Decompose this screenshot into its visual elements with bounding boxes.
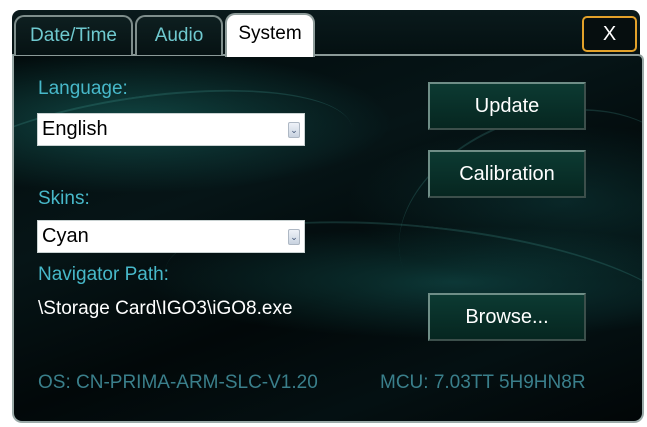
update-button[interactable]: Update: [428, 82, 586, 130]
browse-button[interactable]: Browse...: [428, 293, 586, 341]
language-select[interactable]: English ⌄: [37, 113, 305, 146]
skins-value: Cyan: [42, 225, 89, 247]
skins-label: Skins:: [38, 188, 90, 209]
mcu-version: MCU: 7.03TT 5H9HN8R: [380, 372, 586, 393]
language-value: English: [42, 118, 108, 140]
close-button[interactable]: X: [582, 16, 637, 52]
chevron-down-icon[interactable]: ⌄: [288, 229, 300, 245]
navigator-path-value: \Storage Card\IGO3\iGO8.exe: [38, 298, 293, 319]
tab-audio[interactable]: Audio: [135, 15, 223, 55]
settings-window: Date/Time Audio System X Language: Engli…: [0, 0, 647, 427]
tab-system[interactable]: System: [225, 13, 315, 57]
tab-date-time[interactable]: Date/Time: [14, 15, 133, 55]
navigator-path-label: Navigator Path:: [38, 264, 169, 285]
language-label: Language:: [38, 78, 128, 99]
os-version: OS: CN-PRIMA-ARM-SLC-V1.20: [38, 372, 318, 393]
calibration-button[interactable]: Calibration: [428, 150, 586, 198]
chevron-down-icon[interactable]: ⌄: [288, 122, 300, 138]
skins-select[interactable]: Cyan ⌄: [37, 220, 305, 253]
